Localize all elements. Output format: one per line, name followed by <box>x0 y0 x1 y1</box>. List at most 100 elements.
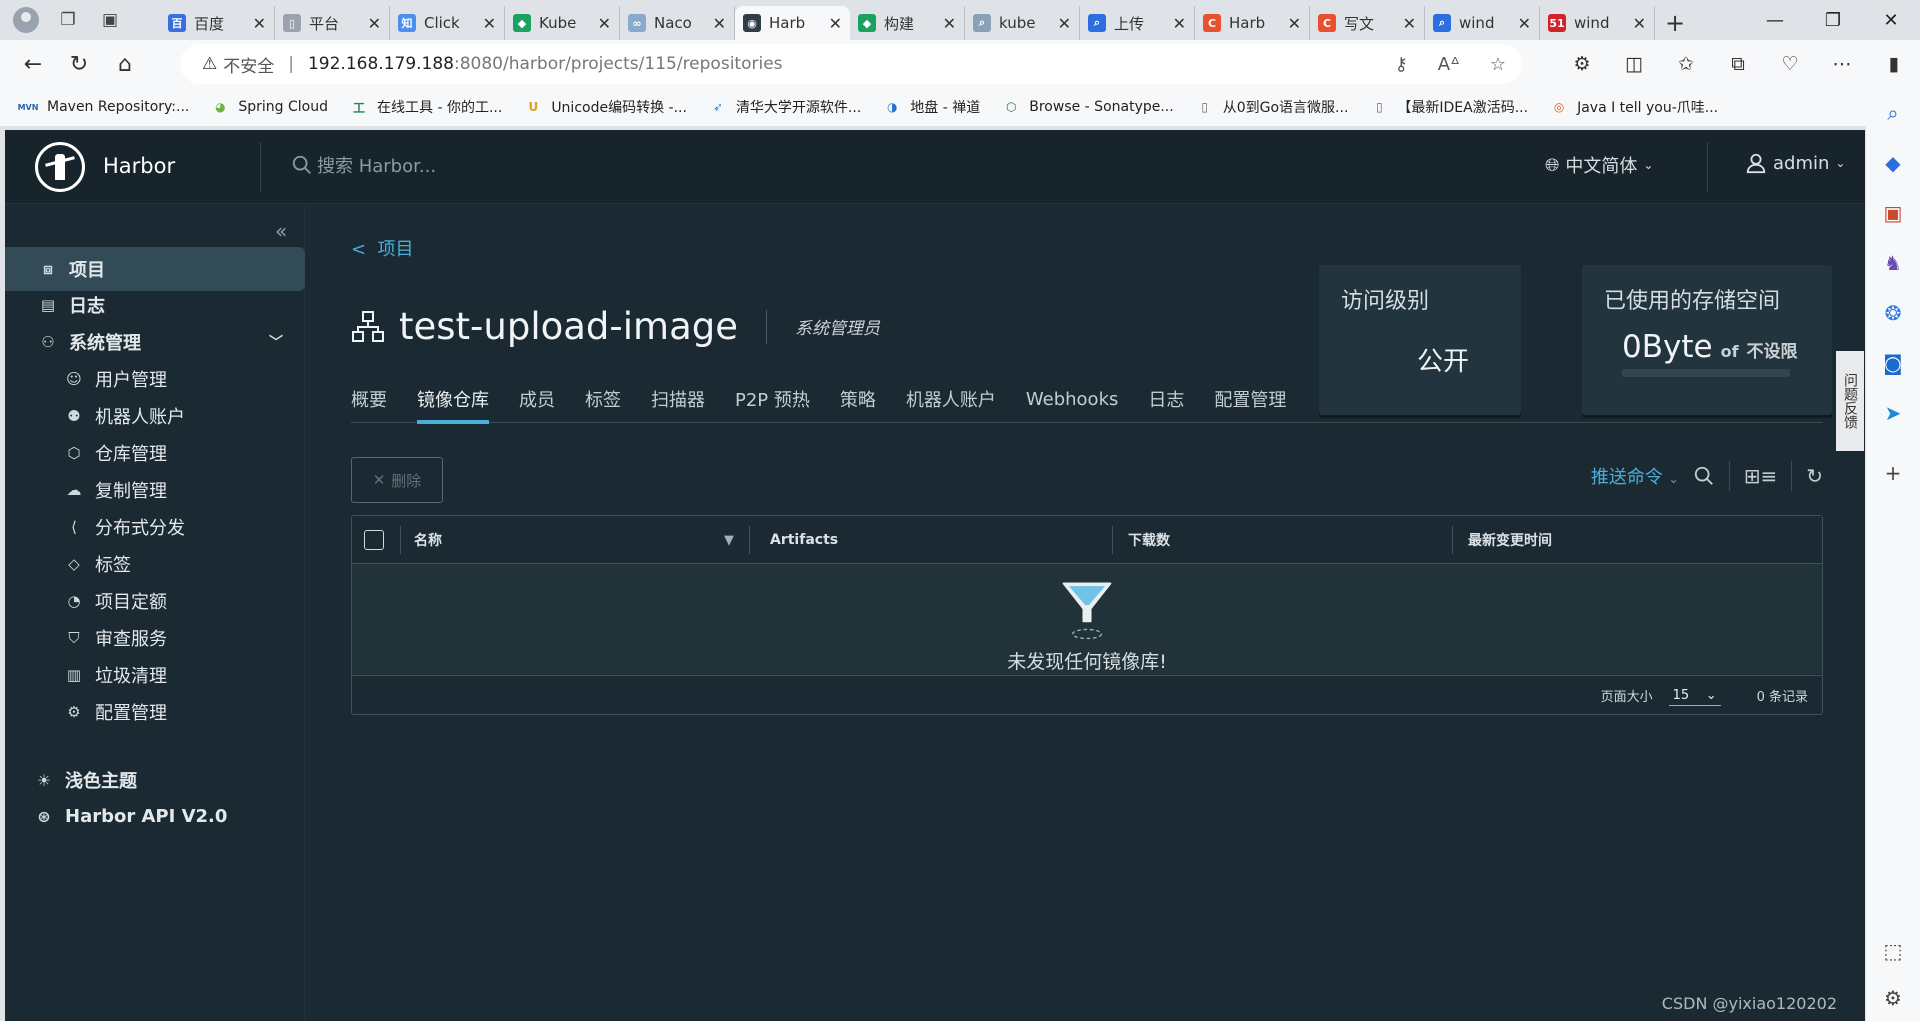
page-size-select[interactable]: 15 ⌄ <box>1668 686 1721 706</box>
browser-tab[interactable]: ◆ 构建 ✕ <box>850 6 965 40</box>
close-tab-icon[interactable]: ✕ <box>253 14 266 33</box>
close-tab-icon[interactable]: ✕ <box>1288 14 1301 33</box>
sidebar-item-configuration[interactable]: ⚙ 配置管理 <box>5 690 305 734</box>
search-icon[interactable]: ⌕ <box>1866 88 1920 138</box>
project-tab[interactable]: 策略 <box>840 375 876 423</box>
add-panel-icon[interactable]: + <box>1866 448 1920 498</box>
back-arrow-icon[interactable]: ← <box>10 44 56 84</box>
close-tab-icon[interactable]: ✕ <box>1058 14 1071 33</box>
browser-tab[interactable]: 知 Click ✕ <box>390 6 505 40</box>
close-tab-icon[interactable]: ✕ <box>1173 14 1186 33</box>
bookmark-item[interactable]: MVN Maven Repository:... <box>18 98 190 116</box>
key-icon[interactable]: ⚷ <box>1395 54 1408 75</box>
push-command-dropdown[interactable]: 推送命令 ⌄ <box>1591 463 1679 489</box>
browser-tab[interactable]: ▯ 平台 ✕ <box>275 6 390 40</box>
user-menu[interactable]: admin ⌄ <box>1745 152 1845 174</box>
favorite-star-icon[interactable]: ☆ <box>1490 54 1506 75</box>
browser-tab[interactable]: C 写文 ✕ <box>1310 6 1425 40</box>
browser-tab[interactable]: 百百度 ✕ <box>160 6 275 40</box>
url-field[interactable]: ⚠ 不安全 | 192.168.179.188:8080/harbor/proj… <box>180 44 1522 84</box>
filter-icon[interactable]: ▼ <box>724 516 734 564</box>
collections-icon[interactable]: ⧉ <box>1712 53 1764 75</box>
column-header-artifacts[interactable]: Artifacts <box>770 516 838 564</box>
refresh-icon[interactable]: ↻ <box>1806 464 1823 488</box>
close-tab-icon[interactable]: ✕ <box>1403 14 1416 33</box>
bookmark-item[interactable]: ⬡ Browse - Sonatype... <box>1002 98 1174 116</box>
read-aloud-icon[interactable]: Aᐞ <box>1438 54 1460 75</box>
profile-button[interactable] <box>12 6 40 34</box>
harbor-logo-icon[interactable] <box>35 142 85 192</box>
send-icon[interactable]: ➤ <box>1866 388 1920 438</box>
home-icon[interactable]: ⌂ <box>102 44 148 84</box>
feedback-tab[interactable]: 问题反馈 <box>1835 350 1865 452</box>
project-tab[interactable]: 概要 <box>351 375 387 423</box>
delete-button[interactable]: ✕ 删除 <box>351 457 443 503</box>
close-tab-icon[interactable]: ✕ <box>1633 14 1646 33</box>
toolbox-icon[interactable]: ▣ <box>1866 188 1920 238</box>
project-tab[interactable]: 扫描器 <box>651 375 705 423</box>
bookmark-item[interactable]: ▯ 从0到Go语言微服... <box>1196 97 1348 117</box>
shopping-tag-icon[interactable]: ◆ <box>1866 138 1920 188</box>
extensions-icon[interactable]: ⚙ <box>1556 53 1608 75</box>
outlook-icon[interactable]: ◙ <box>1866 338 1920 388</box>
bookmark-item[interactable]: ▯ 【最新IDEA激活码... <box>1370 97 1528 117</box>
more-menu-icon[interactable]: ⋯ <box>1816 53 1868 75</box>
column-header-name[interactable]: 名称 <box>414 516 674 564</box>
browser-tab[interactable]: ◉ Harb ✕ <box>735 6 850 40</box>
api-explorer-link[interactable]: ⊛ Harbor API V2.0 <box>5 805 227 827</box>
back-to-projects-link[interactable]: < 项目 <box>351 235 414 261</box>
close-tab-icon[interactable]: ✕ <box>713 14 726 33</box>
browser-tab[interactable]: ∞ Naco ✕ <box>620 6 735 40</box>
project-tab[interactable]: P2P 预热 <box>735 375 810 423</box>
minimize-icon[interactable]: — <box>1746 0 1804 40</box>
close-window-icon[interactable]: ✕ <box>1862 0 1920 40</box>
collapse-sidebar-icon[interactable]: « <box>275 219 287 243</box>
project-tab[interactable]: 标签 <box>585 375 621 423</box>
bookmark-item[interactable]: 工在线工具 - 你的工... <box>350 97 502 117</box>
theme-toggle[interactable]: ☀ 浅色主题 <box>5 767 137 793</box>
column-header-pulls[interactable]: 下载数 <box>1128 516 1170 564</box>
global-search[interactable]: 搜索 Harbor... <box>291 152 436 178</box>
browser-tab[interactable]: ⌕ kube ✕ <box>965 6 1080 40</box>
copilot-icon[interactable]: ❂ <box>1866 288 1920 338</box>
close-tab-icon[interactable]: ✕ <box>483 14 496 33</box>
column-header-updated[interactable]: 最新变更时间 <box>1468 516 1552 564</box>
close-tab-icon[interactable]: ✕ <box>1518 14 1531 33</box>
browser-tab[interactable]: C Harb ✕ <box>1195 6 1310 40</box>
browser-tab[interactable]: ◆ Kube ✕ <box>505 6 620 40</box>
project-tab[interactable]: Webhooks <box>1026 375 1118 423</box>
screenshot-icon[interactable]: ⬚ <box>1866 926 1920 976</box>
project-tab[interactable]: 配置管理 <box>1214 375 1286 423</box>
restore-icon[interactable]: ❐ <box>1804 0 1862 40</box>
close-tab-icon[interactable]: ✕ <box>829 14 842 33</box>
tab-actions-icon[interactable]: ▣ <box>96 6 124 34</box>
close-tab-icon[interactable]: ✕ <box>368 14 381 33</box>
select-all-checkbox[interactable] <box>364 530 384 550</box>
view-toggle-icon[interactable]: ⊞≡ <box>1744 464 1778 488</box>
language-selector[interactable]: 🌐︎ 中文简体 ⌄ <box>1545 152 1653 178</box>
bookmark-item[interactable]: ➶ 清华大学开源软件... <box>709 97 861 117</box>
split-screen-icon[interactable]: ◫ <box>1608 53 1660 75</box>
bookmark-item[interactable]: U Unicode编码转换 -... <box>524 97 687 117</box>
brand-name[interactable]: Harbor <box>103 154 175 178</box>
new-tab-button[interactable]: + <box>1655 6 1695 40</box>
bookmark-item[interactable]: ◕ Spring Cloud <box>211 98 328 116</box>
bookmark-item[interactable]: ◑ 地盘 - 禅道 <box>883 97 980 117</box>
close-tab-icon[interactable]: ✕ <box>598 14 611 33</box>
search-icon[interactable] <box>1693 465 1715 487</box>
sidebar-toggle-icon[interactable]: ▮ <box>1868 53 1920 75</box>
bookmark-item[interactable]: ◎ Java I tell you-爪哇... <box>1550 97 1718 117</box>
project-tab[interactable]: 镜像仓库 <box>417 375 489 424</box>
reload-icon[interactable]: ↻ <box>56 44 102 84</box>
close-tab-icon[interactable]: ✕ <box>943 14 956 33</box>
games-icon[interactable]: ♞ <box>1866 238 1920 288</box>
workspaces-icon[interactable]: ❐ <box>54 6 82 34</box>
browser-tab[interactable]: ⌕ 上传 ✕ <box>1080 6 1195 40</box>
favorites-icon[interactable]: ✩ <box>1660 53 1712 75</box>
project-tab[interactable]: 成员 <box>519 375 555 423</box>
settings-gear-icon[interactable]: ⚙ <box>1866 973 1920 1021</box>
browser-tab[interactable]: 51 wind ✕ <box>1540 6 1655 40</box>
project-tab[interactable]: 日志 <box>1148 375 1184 423</box>
browser-essentials-icon[interactable]: ♡ <box>1764 53 1816 75</box>
browser-tab[interactable]: ⌕ wind ✕ <box>1425 6 1540 40</box>
